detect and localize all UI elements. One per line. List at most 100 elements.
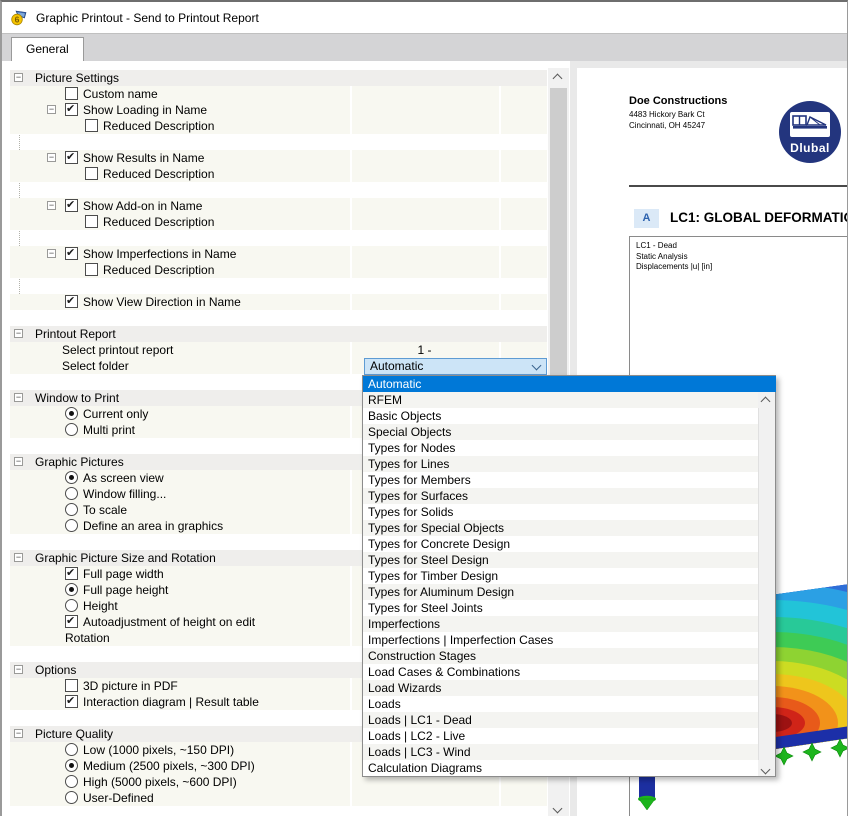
dropdown-option-loads[interactable]: Loads [363,696,759,712]
label-show-imperfections-in-name: Show Imperfections in Name [83,246,236,262]
dropdown-option-rfem[interactable]: RFEM [363,392,759,408]
collapse-icon[interactable]: − [14,329,23,338]
dropdown-option-types-for-aluminum-design[interactable]: Types for Aluminum Design [363,584,759,600]
section-header-printout-report[interactable]: −Printout Report [10,326,547,342]
svg-text:6: 6 [15,15,20,25]
dropdown-scroll-down-button[interactable] [758,760,775,776]
section-title: Picture Quality [35,726,113,742]
radio-medium-2500-pixels-300-dpi[interactable] [65,759,78,772]
collapse-icon[interactable]: − [14,553,23,562]
collapse-icon[interactable]: − [14,393,23,402]
dropdown-option-types-for-special-objects[interactable]: Types for Special Objects [363,520,759,536]
window-title: Graphic Printout - Send to Printout Repo… [36,11,259,25]
dropdown-option-types-for-timber-design[interactable]: Types for Timber Design [363,568,759,584]
section-header-picture-settings[interactable]: −Picture Settings [10,70,547,86]
radio-window-filling[interactable] [65,487,78,500]
radio-high-5000-pixels-600-dpi[interactable] [65,775,78,788]
label-autoadjustment-of-height-on-edit: Autoadjustment of height on edit [83,614,255,630]
checkbox-autoadjustment-of-height-on-edit[interactable] [65,615,78,628]
dropdown-scrollbar[interactable] [758,392,775,776]
row-reduced-description[interactable]: Reduced Description [10,214,547,230]
checkbox-show-loading-in-name[interactable] [65,103,78,116]
collapse-icon[interactable]: − [14,665,23,674]
tab-general[interactable]: General [11,37,84,61]
dropdown-option-automatic[interactable]: Automatic [363,376,776,392]
collapse-icon[interactable]: − [47,201,56,210]
label-full-page-width: Full page width [83,566,164,582]
select-folder-combobox[interactable]: Automatic [364,358,547,375]
row-show-results-in-name[interactable]: −Show Results in Name [10,150,547,166]
row-show-add-on-in-name[interactable]: −Show Add-on in Name [10,198,547,214]
collapse-icon[interactable]: − [47,153,56,162]
checkbox-reduced-description[interactable] [85,167,98,180]
radio-current-only[interactable] [65,407,78,420]
radio-to-scale[interactable] [65,503,78,516]
dropdown-option-types-for-members[interactable]: Types for Members [363,472,759,488]
checkbox-3d-picture-in-pdf[interactable] [65,679,78,692]
dropdown-option-types-for-steel-joints[interactable]: Types for Steel Joints [363,600,759,616]
radio-user-defined[interactable] [65,791,78,804]
dropdown-option-calculation-diagrams[interactable]: Calculation Diagrams [363,760,759,776]
dropdown-option-imperfections-imperfection-cases[interactable]: Imperfections | Imperfection Cases [363,632,759,648]
row-select-printout-report[interactable]: Select printout report1 - [10,342,547,358]
dropdown-option-types-for-lines[interactable]: Types for Lines [363,456,759,472]
collapse-icon[interactable]: − [14,73,23,82]
dropdown-option-types-for-concrete-design[interactable]: Types for Concrete Design [363,536,759,552]
dropdown-option-load-wizards[interactable]: Load Wizards [363,680,759,696]
radio-low-1000-pixels-150-dpi[interactable] [65,743,78,756]
radio-full-page-height[interactable] [65,583,78,596]
dropdown-option-imperfections[interactable]: Imperfections [363,616,759,632]
radio-multi-print[interactable] [65,423,78,436]
checkbox-interaction-diagram-result-table[interactable] [65,695,78,708]
dropdown-option-types-for-nodes[interactable]: Types for Nodes [363,440,759,456]
dropdown-option-special-objects[interactable]: Special Objects [363,424,759,440]
row-show-view-direction-in-name[interactable]: Show View Direction in Name [10,294,547,310]
dropdown-option-types-for-surfaces[interactable]: Types for Surfaces [363,488,759,504]
spacer-row [10,278,547,294]
radio-define-an-area-in-graphics[interactable] [65,519,78,532]
label-select-folder: Select folder [62,358,129,374]
dropdown-option-types-for-solids[interactable]: Types for Solids [363,504,759,520]
row-reduced-description[interactable]: Reduced Description [10,166,547,182]
combobox-value: Automatic [370,359,423,373]
row-show-loading-in-name[interactable]: −Show Loading in Name [10,102,547,118]
company-address-line2: Cincinnati, OH 45247 [629,120,727,131]
dropdown-option-basic-objects[interactable]: Basic Objects [363,408,759,424]
label-show-view-direction-in-name: Show View Direction in Name [83,294,241,310]
row-custom-name[interactable]: Custom name [10,86,547,102]
chevron-down-icon [532,361,542,371]
checkbox-show-results-in-name[interactable] [65,151,78,164]
dropdown-option-load-cases-combinations[interactable]: Load Cases & Combinations [363,664,759,680]
label-custom-name: Custom name [83,86,158,102]
row-reduced-description[interactable]: Reduced Description [10,262,547,278]
dropdown-option-loads-lc1-dead[interactable]: Loads | LC1 - Dead [363,712,759,728]
checkbox-reduced-description[interactable] [85,263,98,276]
dropdown-option-loads-lc2-live[interactable]: Loads | LC2 - Live [363,728,759,744]
checkbox-show-add-on-in-name[interactable] [65,199,78,212]
dlubal-logo: Dlubal [779,101,841,163]
radio-as-screen-view[interactable] [65,471,78,484]
collapse-icon[interactable]: − [47,105,56,114]
company-name: Doe Constructions [629,95,727,107]
row-reduced-description[interactable]: Reduced Description [10,118,547,134]
checkbox-reduced-description[interactable] [85,215,98,228]
checkbox-custom-name[interactable] [65,87,78,100]
radio-height[interactable] [65,599,78,612]
label-user-defined: User-Defined [83,790,154,806]
collapse-icon[interactable]: − [47,249,56,258]
collapse-icon[interactable]: − [14,729,23,738]
row-show-imperfections-in-name[interactable]: − Show Imperfections in Name [10,246,547,262]
dropdown-option-construction-stages[interactable]: Construction Stages [363,648,759,664]
collapse-icon[interactable]: − [14,457,23,466]
dropdown-scroll-up-button[interactable] [758,392,775,408]
scroll-up-button[interactable] [548,68,569,85]
scroll-down-button[interactable] [548,799,569,816]
dropdown-option-loads-lc3-wind[interactable]: Loads | LC3 - Wind [363,744,759,760]
checkbox-full-page-width[interactable] [65,567,78,580]
checkbox-show-view-direction-in-name[interactable] [65,295,78,308]
checkbox-show-imperfections-in-name[interactable] [65,247,78,260]
value-select-printout-report[interactable]: 1 - [352,342,497,358]
dropdown-option-types-for-steel-design[interactable]: Types for Steel Design [363,552,759,568]
checkbox-reduced-description[interactable] [85,119,98,132]
row-user-defined[interactable]: User-Defined [10,790,547,806]
